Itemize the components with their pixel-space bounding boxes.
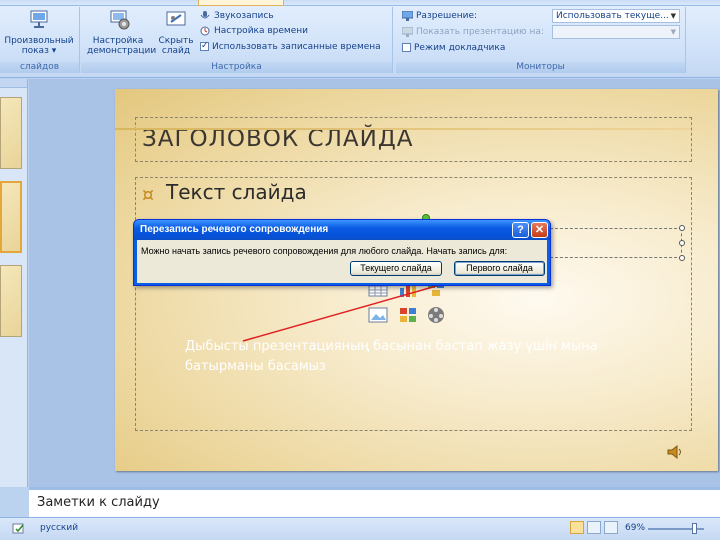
zoom-slider-knob[interactable] <box>692 523 697 534</box>
zoom-level[interactable]: 69% <box>625 523 645 533</box>
resolution-label: Разрешение: <box>416 11 478 21</box>
use-timings-checkbox-row[interactable]: Использовать записанные времена <box>200 40 381 54</box>
resize-handle[interactable] <box>679 225 685 231</box>
spellcheck-icon[interactable] <box>12 522 26 535</box>
current-slide-button[interactable]: Текущего слайда <box>350 261 442 276</box>
dialog-title: Перезапись речевого сопровождения <box>140 224 329 235</box>
slides-panel <box>0 79 28 487</box>
use-timings-checkbox[interactable] <box>200 40 209 53</box>
setup-show-icon <box>110 10 130 30</box>
group-start-label: слайдов <box>0 62 79 73</box>
slide-thumbnail[interactable] <box>0 265 22 337</box>
resolution-value: Использовать текуще... <box>556 11 669 21</box>
show-on-label: Показать презентацию на: <box>416 27 544 37</box>
ribbon-tab-strip <box>0 0 720 6</box>
hide-slide-label: Скрыть слайд <box>158 36 194 56</box>
media-icon[interactable] <box>426 306 446 324</box>
resolution-row: Разрешение: <box>402 10 477 23</box>
presenter-view-label: Режим докладчика <box>414 43 506 53</box>
slide-thumbnail[interactable] <box>0 97 22 169</box>
presenter-view-checkbox[interactable] <box>402 43 411 52</box>
show-on-row: Показать презентацию на: <box>402 26 544 39</box>
group-setup-label: Настройка <box>81 62 392 73</box>
dialog-message: Можно начать запись речевого сопровожден… <box>141 246 508 256</box>
hide-slide-button[interactable]: Скрыть слайд <box>155 9 197 56</box>
chevron-down-icon: ▼ <box>670 12 676 20</box>
notes-pane[interactable]: Заметки к слайду <box>29 487 720 517</box>
group-monitors-label: Мониторы <box>396 62 685 73</box>
dialog-body: Можно начать запись речевого сопровожден… <box>137 240 547 283</box>
normal-view-button[interactable] <box>570 521 584 534</box>
body-placeholder[interactable]: ¤ Текст слайда <box>135 177 692 431</box>
group-monitors: Разрешение: Использовать текуще... ▼ Пок… <box>396 7 686 73</box>
status-bar: русский 69% <box>0 517 720 540</box>
language-indicator[interactable]: русский <box>40 523 78 533</box>
setup-show-label: Настройка демонстрации <box>87 36 157 56</box>
record-narration-label: Звукозапись <box>214 11 274 21</box>
monitor-icon <box>402 10 413 21</box>
slide-sorter-view-button[interactable] <box>587 521 601 534</box>
microphone-icon <box>200 10 210 18</box>
custom-show-icon <box>30 10 48 28</box>
rehearse-timings-label: Настройка времени <box>214 26 308 36</box>
picture-icon[interactable] <box>368 306 388 324</box>
clipart-icon[interactable] <box>398 306 418 324</box>
slide-body-text[interactable]: Текст слайда <box>166 180 307 204</box>
dialog-titlebar[interactable]: Перезапись речевого сопровождения ? ✕ <box>134 220 550 240</box>
presenter-view-row[interactable]: Режим докладчика <box>402 42 505 55</box>
close-button[interactable]: ✕ <box>531 222 548 238</box>
record-narration-button[interactable]: Звукозапись <box>200 10 274 23</box>
chevron-down-disabled-icon: ▼ <box>670 28 676 36</box>
use-timings-label: Использовать записанные времена <box>212 42 381 52</box>
resize-handle[interactable] <box>679 240 685 246</box>
title-placeholder[interactable]: ЗАГОЛОВОК СЛАЙДА <box>135 117 692 162</box>
first-slide-button[interactable]: Первого слайда <box>454 261 545 276</box>
speaker-icon[interactable] <box>666 444 684 460</box>
group-start-slideshow: Произвольный показ ▾ слайдов <box>0 7 80 73</box>
hide-slide-icon <box>166 11 186 26</box>
annotation-text: Дыбысты презентацияның басынан бастап жа… <box>185 339 598 374</box>
slideshow-view-button[interactable] <box>604 521 618 534</box>
custom-show-button[interactable]: Произвольный показ ▾ <box>2 9 76 56</box>
monitor-disabled-icon <box>402 26 413 37</box>
notes-placeholder[interactable]: Заметки к слайду <box>37 495 160 510</box>
help-button[interactable]: ? <box>512 222 529 238</box>
tab-slide-show[interactable] <box>198 0 284 6</box>
slide-thumbnail-selected[interactable] <box>0 181 22 253</box>
setup-show-button[interactable]: Настройка демонстрации <box>87 9 157 56</box>
timer-icon <box>200 26 210 35</box>
resize-handle[interactable] <box>679 255 685 261</box>
resolution-dropdown[interactable]: Использовать текуще... ▼ <box>552 9 680 23</box>
record-narration-dialog: Перезапись речевого сопровождения ? ✕ Мо… <box>133 219 551 286</box>
show-on-dropdown[interactable]: ▼ <box>552 25 680 39</box>
ribbon: Произвольный показ ▾ слайдов Настройка д… <box>0 0 720 78</box>
rehearse-timings-button[interactable]: Настройка времени <box>200 25 308 38</box>
slides-panel-header <box>0 79 27 88</box>
group-setup: Настройка демонстрации Скрыть слайд Звук… <box>81 7 393 73</box>
bullet-icon: ¤ <box>142 184 155 206</box>
title-underline <box>115 128 691 130</box>
custom-show-label: Произвольный показ ▾ <box>4 36 74 56</box>
